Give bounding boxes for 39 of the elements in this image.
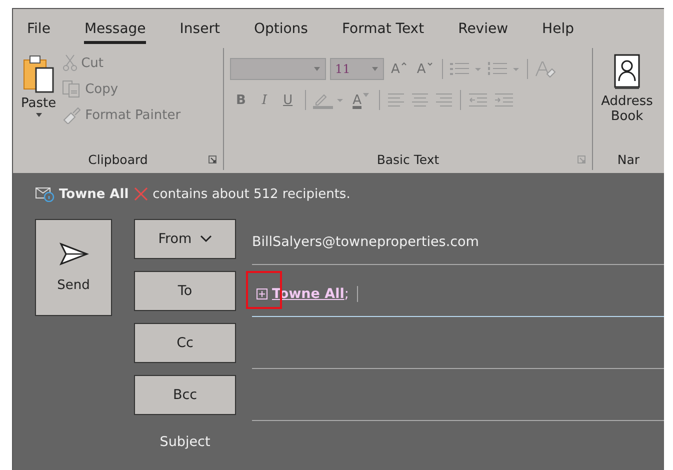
brush-icon <box>62 106 82 124</box>
ribbon-tab[interactable]: Review <box>458 18 508 44</box>
caret-icon <box>362 92 370 98</box>
recipient-name: Towne All <box>59 186 129 202</box>
group-label: Basic Text <box>376 152 440 166</box>
caret-down-icon <box>426 62 433 66</box>
caret-icon <box>313 66 321 72</box>
address-book-icon <box>612 54 642 90</box>
caret-up-icon <box>400 62 407 66</box>
info-message: contains about 512 recipients. <box>152 186 350 202</box>
cc-button[interactable]: Cc <box>134 323 236 363</box>
from-address: BillSalyers@towneproperties.com <box>252 234 479 250</box>
address-book-button[interactable]: Address Book <box>599 52 655 144</box>
ribbon-tab[interactable]: Help <box>542 18 574 44</box>
mail-info-icon <box>35 186 55 202</box>
subject-label: Subject <box>158 434 212 450</box>
to-button[interactable]: To <box>134 271 236 311</box>
send-button[interactable]: Send <box>35 219 112 316</box>
ribbon-tab[interactable]: Message <box>84 18 146 44</box>
bcc-button[interactable]: Bcc <box>134 375 236 415</box>
expand-icon[interactable] <box>256 288 268 300</box>
scissors-icon <box>62 54 78 72</box>
recipient-separator: ; <box>344 286 349 302</box>
caret-icon <box>371 66 379 72</box>
paper-plane-icon <box>58 242 88 266</box>
ribbon-tab[interactable]: Format Text <box>342 18 424 44</box>
paste-button[interactable]: Paste <box>19 52 58 144</box>
clipboard-icon <box>22 54 56 94</box>
ribbon-tab[interactable]: File <box>27 18 50 44</box>
copy-icon <box>62 80 82 98</box>
dialog-launcher-icon[interactable] <box>208 154 217 164</box>
ribbon-tab[interactable]: Insert <box>180 18 220 44</box>
caret-icon <box>34 113 43 118</box>
chevron-down-icon <box>200 235 212 243</box>
ribbon-tab[interactable]: Options <box>254 18 308 44</box>
group-label: Nar <box>617 152 640 166</box>
from-button[interactable]: From <box>134 219 236 259</box>
group-label: Clipboard <box>88 152 148 166</box>
close-icon[interactable] <box>132 186 149 202</box>
